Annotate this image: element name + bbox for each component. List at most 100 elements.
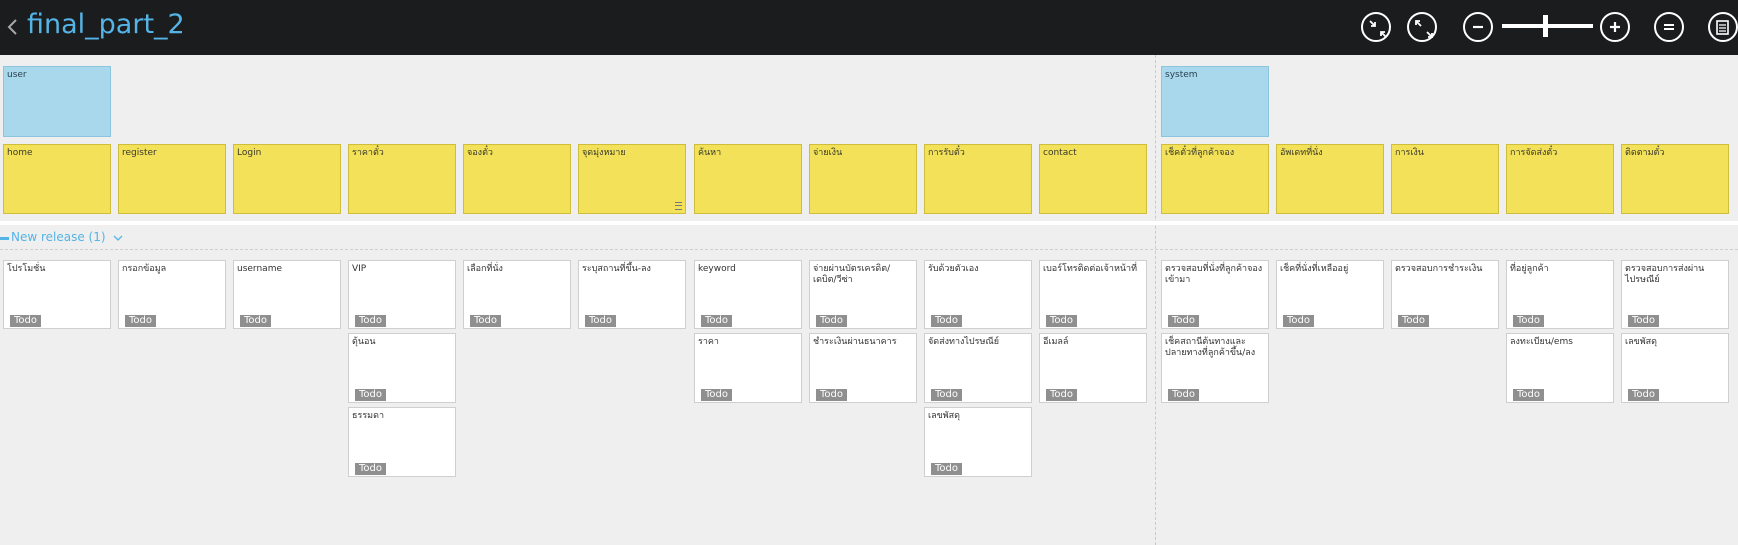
status-badge: Todo xyxy=(125,315,156,327)
board-title: final_part_2 xyxy=(27,9,185,40)
card-label: ตรวจสอบที่นั่งที่ลูกค้าจองเข้ามา xyxy=(1165,264,1263,285)
story-card[interactable]: VIP Todo xyxy=(348,260,456,329)
story-card[interactable]: อีเมลล์ Todo xyxy=(1039,333,1147,403)
story-card[interactable]: ระบุสถานที่ขึ้น-ลง Todo xyxy=(578,260,686,329)
status-badge: Todo xyxy=(1168,315,1199,327)
status-badge: Todo xyxy=(816,389,847,401)
story-card[interactable]: เลขพัสดุ Todo xyxy=(924,407,1032,477)
activity-card[interactable]: อัพเดทที่นั่ง xyxy=(1276,144,1384,214)
card-label: เช็คที่นั่งที่เหลืออยู่ xyxy=(1280,264,1349,274)
activity-card[interactable]: contact xyxy=(1039,144,1147,214)
activity-card[interactable]: ราคาตั๋ว xyxy=(348,144,456,214)
card-label: จุดมุ่งหมาย xyxy=(582,148,626,158)
actor-card[interactable]: system xyxy=(1161,66,1269,137)
card-label: โปรโมชั่น xyxy=(7,264,46,274)
story-card[interactable]: โปรโมชั่น Todo xyxy=(3,260,111,329)
card-label: ราคา xyxy=(698,337,719,347)
back-chevron-left-icon[interactable] xyxy=(6,16,20,38)
story-card[interactable]: จัดส่งทางไปรษณีย์ Todo xyxy=(924,333,1032,403)
story-card[interactable]: ราคา Todo xyxy=(694,333,802,403)
status-badge: Todo xyxy=(1046,389,1077,401)
story-card[interactable]: เบอร์โทรติดต่อเจ้าหน้าที่ Todo xyxy=(1039,260,1147,329)
card-label: เลือกที่นั่ง xyxy=(467,264,503,274)
card-label: ค้นหา xyxy=(698,148,722,158)
card-label: จองตั๋ว xyxy=(467,148,493,158)
story-card[interactable]: keyword Todo xyxy=(694,260,802,329)
story-card[interactable]: เช็คสถานีต้นทางและปลายทางที่ลูกค้าขึ้น/ล… xyxy=(1161,333,1269,403)
collapse-icon[interactable] xyxy=(1361,12,1391,42)
card-label: เบอร์โทรติดต่อเจ้าหน้าที่ xyxy=(1043,264,1138,274)
card-label: ดุ้นอน xyxy=(352,337,376,347)
card-label: home xyxy=(7,148,33,158)
activity-card[interactable]: จุดมุ่งหมาย xyxy=(578,144,686,214)
status-badge: Todo xyxy=(1168,389,1199,401)
card-label: เช็คสถานีต้นทางและปลายทางที่ลูกค้าขึ้น/ล… xyxy=(1165,337,1256,358)
menu-icon[interactable] xyxy=(1654,12,1684,42)
activity-card[interactable]: Login xyxy=(233,144,341,214)
story-card[interactable]: รับด้วยตัวเอง Todo xyxy=(924,260,1032,329)
card-label: Login xyxy=(237,148,262,158)
card-label: ชำระเงินผ่านธนาคาร xyxy=(813,337,897,347)
release-header[interactable]: New release (1) xyxy=(11,230,124,244)
zoom-slider-handle[interactable] xyxy=(1543,15,1548,37)
status-badge: Todo xyxy=(355,389,386,401)
notes-icon[interactable] xyxy=(1708,12,1738,42)
status-badge: Todo xyxy=(1513,315,1544,327)
status-badge: Todo xyxy=(931,389,962,401)
story-card[interactable]: ธรรมดา Todo xyxy=(348,407,456,477)
card-label: VIP xyxy=(352,264,367,274)
story-card[interactable]: กรอกข้อมูล Todo xyxy=(118,260,226,329)
release-marker xyxy=(0,237,9,240)
story-card[interactable]: ตรวจสอบการส่งผ่านไปรษณีย์ Todo xyxy=(1621,260,1729,329)
card-label: keyword xyxy=(698,264,736,274)
card-label: การเงิน xyxy=(1395,148,1424,158)
activity-card[interactable]: home xyxy=(3,144,111,214)
story-card[interactable]: ตรวจสอบการชำระเงิน Todo xyxy=(1391,260,1499,329)
activity-card[interactable]: ค้นหา xyxy=(694,144,802,214)
card-label: อีเมลล์ xyxy=(1043,337,1069,347)
activity-card[interactable]: ติดตามตั๋ว xyxy=(1621,144,1729,214)
status-badge: Todo xyxy=(10,315,41,327)
activity-card[interactable]: จองตั๋ว xyxy=(463,144,571,214)
story-card[interactable]: จ่ายผ่านบัตรเครดิต/เดบิต/วีซ่า Todo xyxy=(809,260,917,329)
story-card[interactable]: ตรวจสอบที่นั่งที่ลูกค้าจองเข้ามา Todo xyxy=(1161,260,1269,329)
note-icon xyxy=(675,202,682,210)
story-card[interactable]: ลงทะเบียน/ems Todo xyxy=(1506,333,1614,403)
card-label: ตรวจสอบการชำระเงิน xyxy=(1395,264,1483,274)
release-line xyxy=(0,249,1738,250)
story-card[interactable]: เลขพัสดุ Todo xyxy=(1621,333,1729,403)
card-label: เช็คตั๋วที่ลูกค้าจอง xyxy=(1165,148,1235,158)
activity-card[interactable]: จ่ายเงิน xyxy=(809,144,917,214)
story-card[interactable]: เช็คที่นั่งที่เหลืออยู่ Todo xyxy=(1276,260,1384,329)
story-card[interactable]: ดุ้นอน Todo xyxy=(348,333,456,403)
zoom-out-icon[interactable] xyxy=(1463,12,1493,42)
status-badge: Todo xyxy=(701,389,732,401)
status-badge: Todo xyxy=(355,315,386,327)
story-card[interactable]: username Todo xyxy=(233,260,341,329)
expand-icon[interactable] xyxy=(1407,12,1437,42)
card-label: จ่ายเงิน xyxy=(813,148,843,158)
status-badge: Todo xyxy=(931,463,962,475)
card-label: กรอกข้อมูล xyxy=(122,264,167,274)
chevron-down-icon[interactable] xyxy=(112,233,124,243)
card-label: contact xyxy=(1043,148,1077,158)
status-badge: Todo xyxy=(585,315,616,327)
story-card[interactable]: เลือกที่นั่ง Todo xyxy=(463,260,571,329)
activity-card[interactable]: register xyxy=(118,144,226,214)
column-divider xyxy=(1155,55,1156,545)
status-badge: Todo xyxy=(816,315,847,327)
story-card[interactable]: ที่อยู่ลูกค้า Todo xyxy=(1506,260,1614,329)
card-label: ลงทะเบียน/ems xyxy=(1510,337,1573,347)
card-label: ติดตามตั๋ว xyxy=(1625,148,1665,158)
card-label: username xyxy=(237,264,282,274)
activity-card[interactable]: การจัดส่งตั๋ว xyxy=(1506,144,1614,214)
story-card[interactable]: ชำระเงินผ่านธนาคาร Todo xyxy=(809,333,917,403)
status-badge: Todo xyxy=(1628,315,1659,327)
zoom-in-icon[interactable] xyxy=(1600,12,1630,42)
status-badge: Todo xyxy=(1283,315,1314,327)
activity-card[interactable]: เช็คตั๋วที่ลูกค้าจอง xyxy=(1161,144,1269,214)
activity-card[interactable]: การรับตั๋ว xyxy=(924,144,1032,214)
card-label: จ่ายผ่านบัตรเครดิต/เดบิต/วีซ่า xyxy=(813,264,891,285)
actor-card[interactable]: user xyxy=(3,66,111,137)
activity-card[interactable]: การเงิน xyxy=(1391,144,1499,214)
